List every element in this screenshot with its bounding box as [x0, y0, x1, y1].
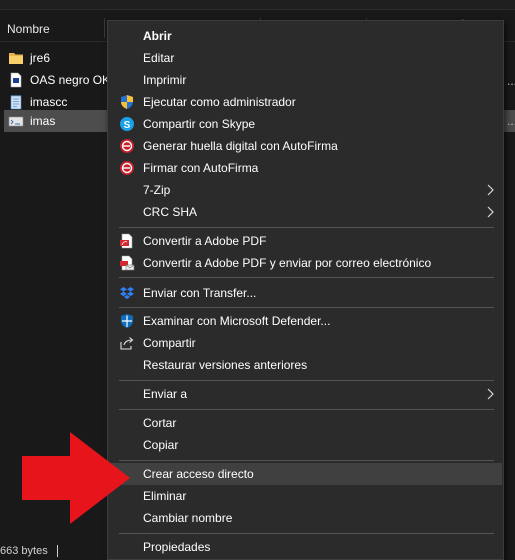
toolbar-strip — [0, 0, 515, 10]
menu-separator — [119, 460, 494, 461]
menu-item-label: Eliminar — [143, 489, 187, 503]
menu-item-convertir-pdf-enviar-correo[interactable]: Convertir a Adobe PDF y enviar por corre… — [111, 252, 502, 274]
menu-separator — [119, 380, 494, 381]
menu-separator — [119, 409, 494, 410]
menu-item-generar-huella-autofirma[interactable]: Generar huella digital con AutoFirma — [111, 135, 502, 157]
menu-item-crc-sha[interactable]: CRC SHA — [111, 201, 502, 223]
overflow-indicator: ... — [507, 114, 515, 128]
chevron-right-icon — [487, 206, 494, 218]
menu-item-imprimir[interactable]: Imprimir — [111, 69, 502, 91]
defender-icon — [121, 314, 133, 328]
notepad-file-icon — [10, 95, 22, 110]
menu-item-label: Enviar con Transfer... — [143, 286, 257, 300]
menu-item-label: Enviar a — [143, 387, 188, 401]
menu-item-cortar[interactable]: Cortar — [111, 412, 502, 434]
document-icon — [10, 72, 22, 88]
share-icon — [120, 337, 134, 350]
menu-item-restaurar-versiones[interactable]: Restaurar versiones anteriores — [111, 354, 502, 376]
menu-item-label: Firmar con AutoFirma — [143, 161, 259, 175]
menu-item-label: 7-Zip — [143, 183, 171, 197]
menu-item-label: Imprimir — [143, 73, 187, 87]
skype-icon: S — [120, 117, 134, 131]
menu-item-enviar-a[interactable]: Enviar a — [111, 383, 502, 405]
menu-item-label: CRC SHA — [143, 205, 198, 219]
menu-separator — [119, 227, 494, 228]
script-file-icon — [8, 116, 24, 127]
menu-item-label: Crear acceso directo — [143, 467, 254, 481]
autofirma-icon — [120, 161, 134, 175]
menu-item-label: Cambiar nombre — [143, 511, 233, 525]
adobe-pdf-icon — [120, 233, 133, 249]
menu-item-7zip[interactable]: 7-Zip — [111, 179, 502, 201]
menu-item-label: Compartir — [143, 336, 196, 350]
menu-item-eliminar[interactable]: Eliminar — [111, 485, 502, 507]
menu-item-ejecutar-como-administrador[interactable]: Ejecutar como administrador — [111, 91, 502, 113]
menu-item-label: Propiedades — [143, 540, 211, 554]
dropbox-icon — [120, 287, 134, 299]
menu-separator — [119, 533, 494, 534]
menu-item-examinar-defender[interactable]: Examinar con Microsoft Defender... — [111, 310, 502, 332]
menu-separator — [119, 277, 494, 278]
file-name: OAS negro OK — [30, 73, 111, 87]
status-size-text: 663 bytes — [0, 545, 48, 557]
red-arrow-icon — [22, 432, 130, 524]
menu-item-abrir[interactable]: Abrir — [111, 25, 502, 47]
chevron-right-icon — [487, 184, 494, 196]
menu-item-convertir-adobe-pdf[interactable]: Convertir a Adobe PDF — [111, 230, 502, 252]
menu-item-label: Compartir con Skype — [143, 117, 256, 131]
menu-item-enviar-con-transfer[interactable]: Enviar con Transfer... — [111, 282, 502, 304]
menu-item-label: Abrir — [143, 29, 172, 43]
adobe-pdf-mail-icon — [120, 255, 135, 271]
menu-separator — [119, 307, 494, 308]
folder-icon — [9, 53, 23, 64]
chevron-right-icon — [487, 388, 494, 400]
menu-item-label: Ejecutar como administrador — [143, 95, 296, 109]
status-divider — [57, 545, 58, 557]
menu-item-crear-acceso-directo[interactable]: Crear acceso directo — [111, 463, 502, 485]
column-divider[interactable] — [104, 18, 105, 38]
svg-text:S: S — [124, 120, 131, 131]
menu-item-compartir[interactable]: Compartir — [111, 332, 502, 354]
menu-item-label: Generar huella digital con AutoFirma — [143, 139, 338, 153]
context-menu: Abrir Editar Imprimir Ejecutar como admi… — [107, 20, 504, 560]
menu-item-copiar[interactable]: Copiar — [111, 434, 502, 456]
menu-item-label: Editar — [143, 51, 175, 65]
autofirma-icon — [120, 139, 134, 153]
menu-item-editar[interactable]: Editar — [111, 47, 502, 69]
uac-shield-icon — [121, 95, 133, 109]
column-header-name[interactable]: Nombre — [7, 22, 50, 36]
menu-item-label: Cortar — [143, 416, 177, 430]
menu-item-label: Convertir a Adobe PDF y enviar por corre… — [143, 256, 432, 270]
file-name: imas — [30, 114, 56, 128]
menu-item-label: Convertir a Adobe PDF — [143, 234, 267, 248]
menu-item-propiedades[interactable]: Propiedades — [111, 536, 502, 558]
menu-item-label: Copiar — [143, 438, 179, 452]
menu-item-label: Examinar con Microsoft Defender... — [143, 314, 331, 328]
menu-item-firmar-autofirma[interactable]: Firmar con AutoFirma — [111, 157, 502, 179]
file-name: imascc — [30, 95, 68, 109]
menu-item-label: Restaurar versiones anteriores — [143, 358, 308, 372]
menu-item-cambiar-nombre[interactable]: Cambiar nombre — [111, 507, 502, 529]
file-name: jre6 — [30, 51, 51, 65]
menu-item-compartir-con-skype[interactable]: S Compartir con Skype — [111, 113, 502, 135]
overflow-indicator: ... — [507, 74, 515, 88]
